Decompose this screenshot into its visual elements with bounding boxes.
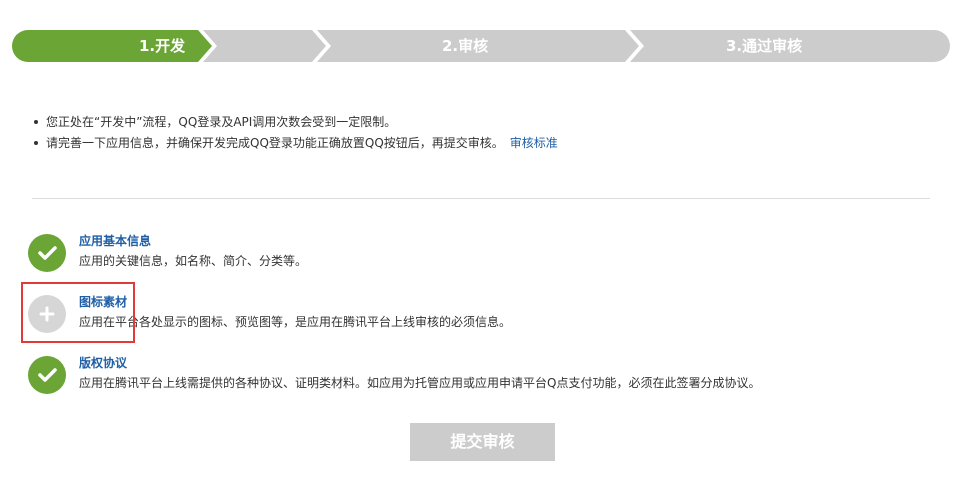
check-icon <box>28 234 66 272</box>
step-1-label: 1.开发 <box>139 37 186 55</box>
section-basic-info-desc: 应用的关键信息，如名称、简介、分类等。 <box>79 254 308 268</box>
notice-text: 请完善一下应用信息，并确保开发完成QQ登录功能正确放置QQ按钮后，再提交审核。 <box>46 136 504 150</box>
check-icon <box>28 356 66 394</box>
section-copyright-desc: 应用在腾讯平台上线需提供的各种协议、证明类材料。如应用为托管应用或应用申请平台Q… <box>79 376 761 390</box>
notice-list: 您正处在“开发中”流程，QQ登录及API调用次数会受到一定限制。 请完善一下应用… <box>34 112 558 154</box>
step-2-label: 2.审核 <box>442 37 489 55</box>
submit-review-button[interactable]: 提交审核 <box>410 423 555 461</box>
notice-item: 请完善一下应用信息，并确保开发完成QQ登录功能正确放置QQ按钮后，再提交审核。审… <box>34 133 558 154</box>
review-standard-link[interactable]: 审核标准 <box>510 136 558 150</box>
step-3-label: 3.通过审核 <box>726 37 803 55</box>
bullet <box>34 141 38 145</box>
step-progress: 1.开发 2.审核 3.通过审核 <box>12 30 950 62</box>
notice-item: 您正处在“开发中”流程，QQ登录及API调用次数会受到一定限制。 <box>34 112 558 133</box>
section-basic-info-title[interactable]: 应用基本信息 <box>79 232 151 249</box>
bullet <box>34 120 38 124</box>
section-copyright-title[interactable]: 版权协议 <box>79 354 127 371</box>
divider <box>32 198 930 199</box>
section-icon-assets-desc: 应用在平台各处显示的图标、预览图等，是应用在腾讯平台上线审核的必须信息。 <box>79 315 512 329</box>
step-2-shape <box>203 30 326 62</box>
notice-text: 您正处在“开发中”流程，QQ登录及API调用次数会受到一定限制。 <box>46 115 397 129</box>
highlight-box <box>21 282 135 343</box>
